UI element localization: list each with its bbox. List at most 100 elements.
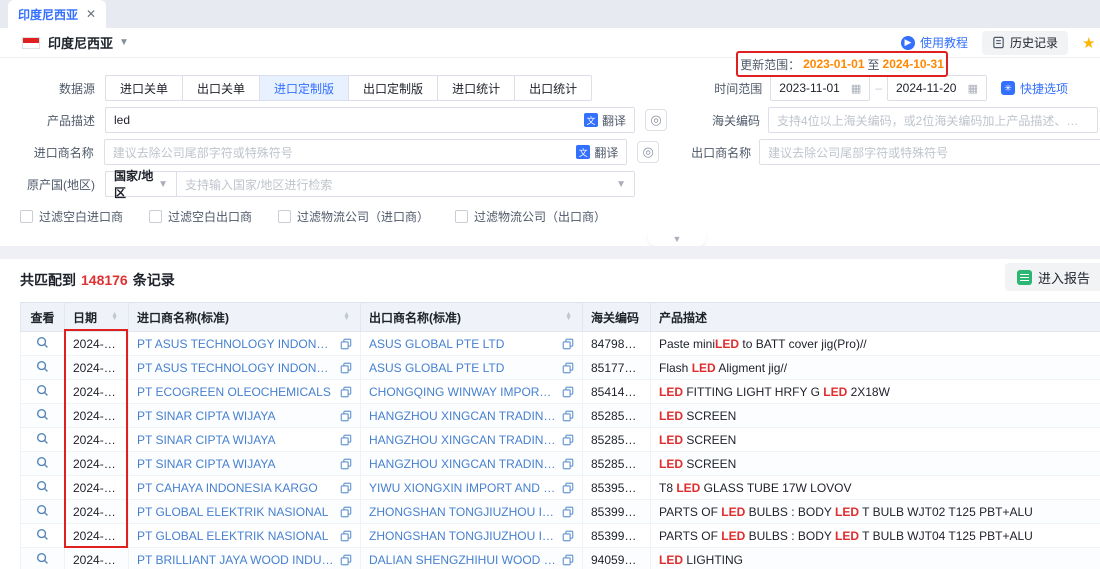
checkbox-icon[interactable] — [20, 210, 33, 223]
view-cell[interactable] — [21, 404, 65, 428]
history-button[interactable]: 历史记录 — [982, 31, 1068, 55]
magnifier-icon[interactable] — [36, 408, 49, 424]
datasource-tab[interactable]: 出口关单 — [183, 75, 260, 101]
copy-icon[interactable] — [340, 434, 352, 446]
magnifier-icon[interactable] — [36, 384, 49, 400]
enter-report-button[interactable]: 进入报告 — [1005, 263, 1100, 291]
importer-link[interactable]: PT CAHAYA INDONESIA KARGO — [137, 481, 334, 495]
date-end-input[interactable]: 2024-11-20 ▦ — [887, 75, 987, 101]
datasource-tab[interactable]: 出口定制版 — [349, 75, 438, 101]
tab-indonesia[interactable]: 印度尼西亚 ✕ — [8, 0, 106, 28]
exporter-link[interactable]: HANGZHOU XINGCAN TRADING CO LTD — [369, 433, 556, 447]
importer-link[interactable]: PT ECOGREEN OLEOCHEMICALS — [137, 385, 334, 399]
importer-link[interactable]: PT SINAR CIPTA WIJAYA — [137, 457, 334, 471]
exact-match-button[interactable]: ◎ — [637, 141, 659, 163]
magnifier-icon[interactable] — [36, 336, 49, 352]
quick-options-button[interactable]: ✳ 快捷选项 — [1001, 80, 1068, 97]
copy-icon[interactable] — [562, 554, 574, 566]
country-selector-label[interactable]: 印度尼西亚 — [48, 33, 113, 52]
copy-icon[interactable] — [340, 386, 352, 398]
importer-link[interactable]: PT SINAR CIPTA WIJAYA — [137, 433, 334, 447]
exporter-link[interactable]: ASUS GLOBAL PTE LTD — [369, 337, 556, 351]
importer-link[interactable]: PT BRILLIANT JAYA WOOD INDUSTRY — [137, 553, 334, 567]
copy-icon[interactable] — [562, 338, 574, 350]
datasource-tab[interactable]: 进口统计 — [438, 75, 515, 101]
col-exporter[interactable]: 出口商名称(标准)▲▼ — [361, 303, 583, 332]
copy-icon[interactable] — [340, 530, 352, 542]
copy-icon[interactable] — [340, 482, 352, 494]
copy-icon[interactable] — [562, 482, 574, 494]
hs-code-input[interactable]: 支持4位以上海关编码，或2位海关编码加上产品描述、企业名称的任意信息 — [768, 107, 1098, 133]
exporter-link[interactable]: DALIAN SHENGZHIHUI WOOD INDUST... — [369, 553, 556, 567]
view-cell[interactable] — [21, 500, 65, 524]
magnifier-icon[interactable] — [36, 480, 49, 496]
view-cell[interactable] — [21, 332, 65, 356]
filter-checkbox[interactable]: 过滤空白进口商 — [20, 208, 123, 225]
sort-icon[interactable]: ▲▼ — [343, 313, 352, 321]
origin-type-select[interactable]: 国家/地区 ▼ — [105, 171, 177, 197]
datasource-tab[interactable]: 进口关单 — [105, 75, 183, 101]
magnifier-icon[interactable] — [36, 552, 49, 568]
view-cell[interactable] — [21, 524, 65, 548]
view-cell[interactable] — [21, 476, 65, 500]
filter-checkbox[interactable]: 过滤空白出口商 — [149, 208, 252, 225]
col-importer[interactable]: 进口商名称(标准)▲▼ — [129, 303, 361, 332]
product-desc-input[interactable]: led 文 翻译 — [105, 107, 635, 133]
sort-icon[interactable]: ▲▼ — [111, 313, 120, 321]
exporter-input[interactable]: 建议去除公司尾部字符或特殊符号 — [759, 139, 1100, 165]
checkbox-icon[interactable] — [278, 210, 291, 223]
exact-match-button[interactable]: ◎ — [645, 109, 667, 131]
collapse-panel-button[interactable]: ▼ — [648, 232, 706, 246]
origin-search-input[interactable]: 支持输入国家/地区进行检索 ▼ — [177, 171, 635, 197]
vip-star-icon[interactable]: ★ — [1082, 34, 1096, 52]
importer-input[interactable]: 建议去除公司尾部字符或特殊符号 文 翻译 — [104, 139, 628, 165]
sort-icon[interactable]: ▲▼ — [565, 313, 574, 321]
copy-icon[interactable] — [340, 506, 352, 518]
translate-button[interactable]: 文 翻译 — [584, 112, 626, 129]
copy-icon[interactable] — [340, 554, 352, 566]
translate-button[interactable]: 文 翻译 — [576, 144, 618, 161]
filter-checkbox[interactable]: 过滤物流公司（出口商） — [455, 208, 606, 225]
close-icon[interactable]: ✕ — [86, 7, 96, 21]
copy-icon[interactable] — [562, 458, 574, 470]
copy-icon[interactable] — [562, 530, 574, 542]
copy-icon[interactable] — [340, 362, 352, 374]
exporter-link[interactable]: ZHONGSHAN TONGJIUZHOU INTERNA... — [369, 505, 556, 519]
view-cell[interactable] — [21, 356, 65, 380]
tutorial-link[interactable]: ▶ 使用教程 — [901, 34, 968, 51]
view-cell[interactable] — [21, 380, 65, 404]
datasource-tab[interactable]: 出口统计 — [515, 75, 592, 101]
exporter-link[interactable]: HANGZHOU XINGCAN TRADING CO LTD — [369, 457, 556, 471]
filter-checkbox[interactable]: 过滤物流公司（进口商） — [278, 208, 429, 225]
copy-icon[interactable] — [562, 362, 574, 374]
exporter-link[interactable]: YIWU XIONGXIN IMPORT AND EXPORT... — [369, 481, 556, 495]
exporter-link[interactable]: ZHONGSHAN TONGJIUZHOU INTERNA... — [369, 529, 556, 543]
copy-icon[interactable] — [562, 506, 574, 518]
magnifier-icon[interactable] — [36, 504, 49, 520]
importer-link[interactable]: PT SINAR CIPTA WIJAYA — [137, 409, 334, 423]
copy-icon[interactable] — [340, 410, 352, 422]
exporter-link[interactable]: CHONGQING WINWAY IMPORT AND E... — [369, 385, 556, 399]
importer-link[interactable]: PT GLOBAL ELEKTRIK NASIONAL — [137, 505, 334, 519]
checkbox-icon[interactable] — [149, 210, 162, 223]
magnifier-icon[interactable] — [36, 528, 49, 544]
datasource-tab[interactable]: 进口定制版 — [260, 75, 349, 101]
chevron-down-icon[interactable]: ▼ — [119, 37, 129, 48]
view-cell[interactable] — [21, 452, 65, 476]
exporter-link[interactable]: ASUS GLOBAL PTE LTD — [369, 361, 556, 375]
exporter-link[interactable]: HANGZHOU XINGCAN TRADING CO LTD — [369, 409, 556, 423]
magnifier-icon[interactable] — [36, 432, 49, 448]
importer-link[interactable]: PT ASUS TECHNOLOGY INDONESIA BA... — [137, 337, 334, 351]
importer-link[interactable]: PT GLOBAL ELEKTRIK NASIONAL — [137, 529, 334, 543]
copy-icon[interactable] — [562, 434, 574, 446]
date-start-input[interactable]: 2023-11-01 ▦ — [770, 75, 870, 101]
view-cell[interactable] — [21, 428, 65, 452]
copy-icon[interactable] — [340, 458, 352, 470]
col-date[interactable]: 日期▲▼ — [65, 303, 129, 332]
copy-icon[interactable] — [340, 338, 352, 350]
checkbox-icon[interactable] — [455, 210, 468, 223]
view-cell[interactable] — [21, 548, 65, 569]
magnifier-icon[interactable] — [36, 360, 49, 376]
copy-icon[interactable] — [562, 386, 574, 398]
copy-icon[interactable] — [562, 410, 574, 422]
